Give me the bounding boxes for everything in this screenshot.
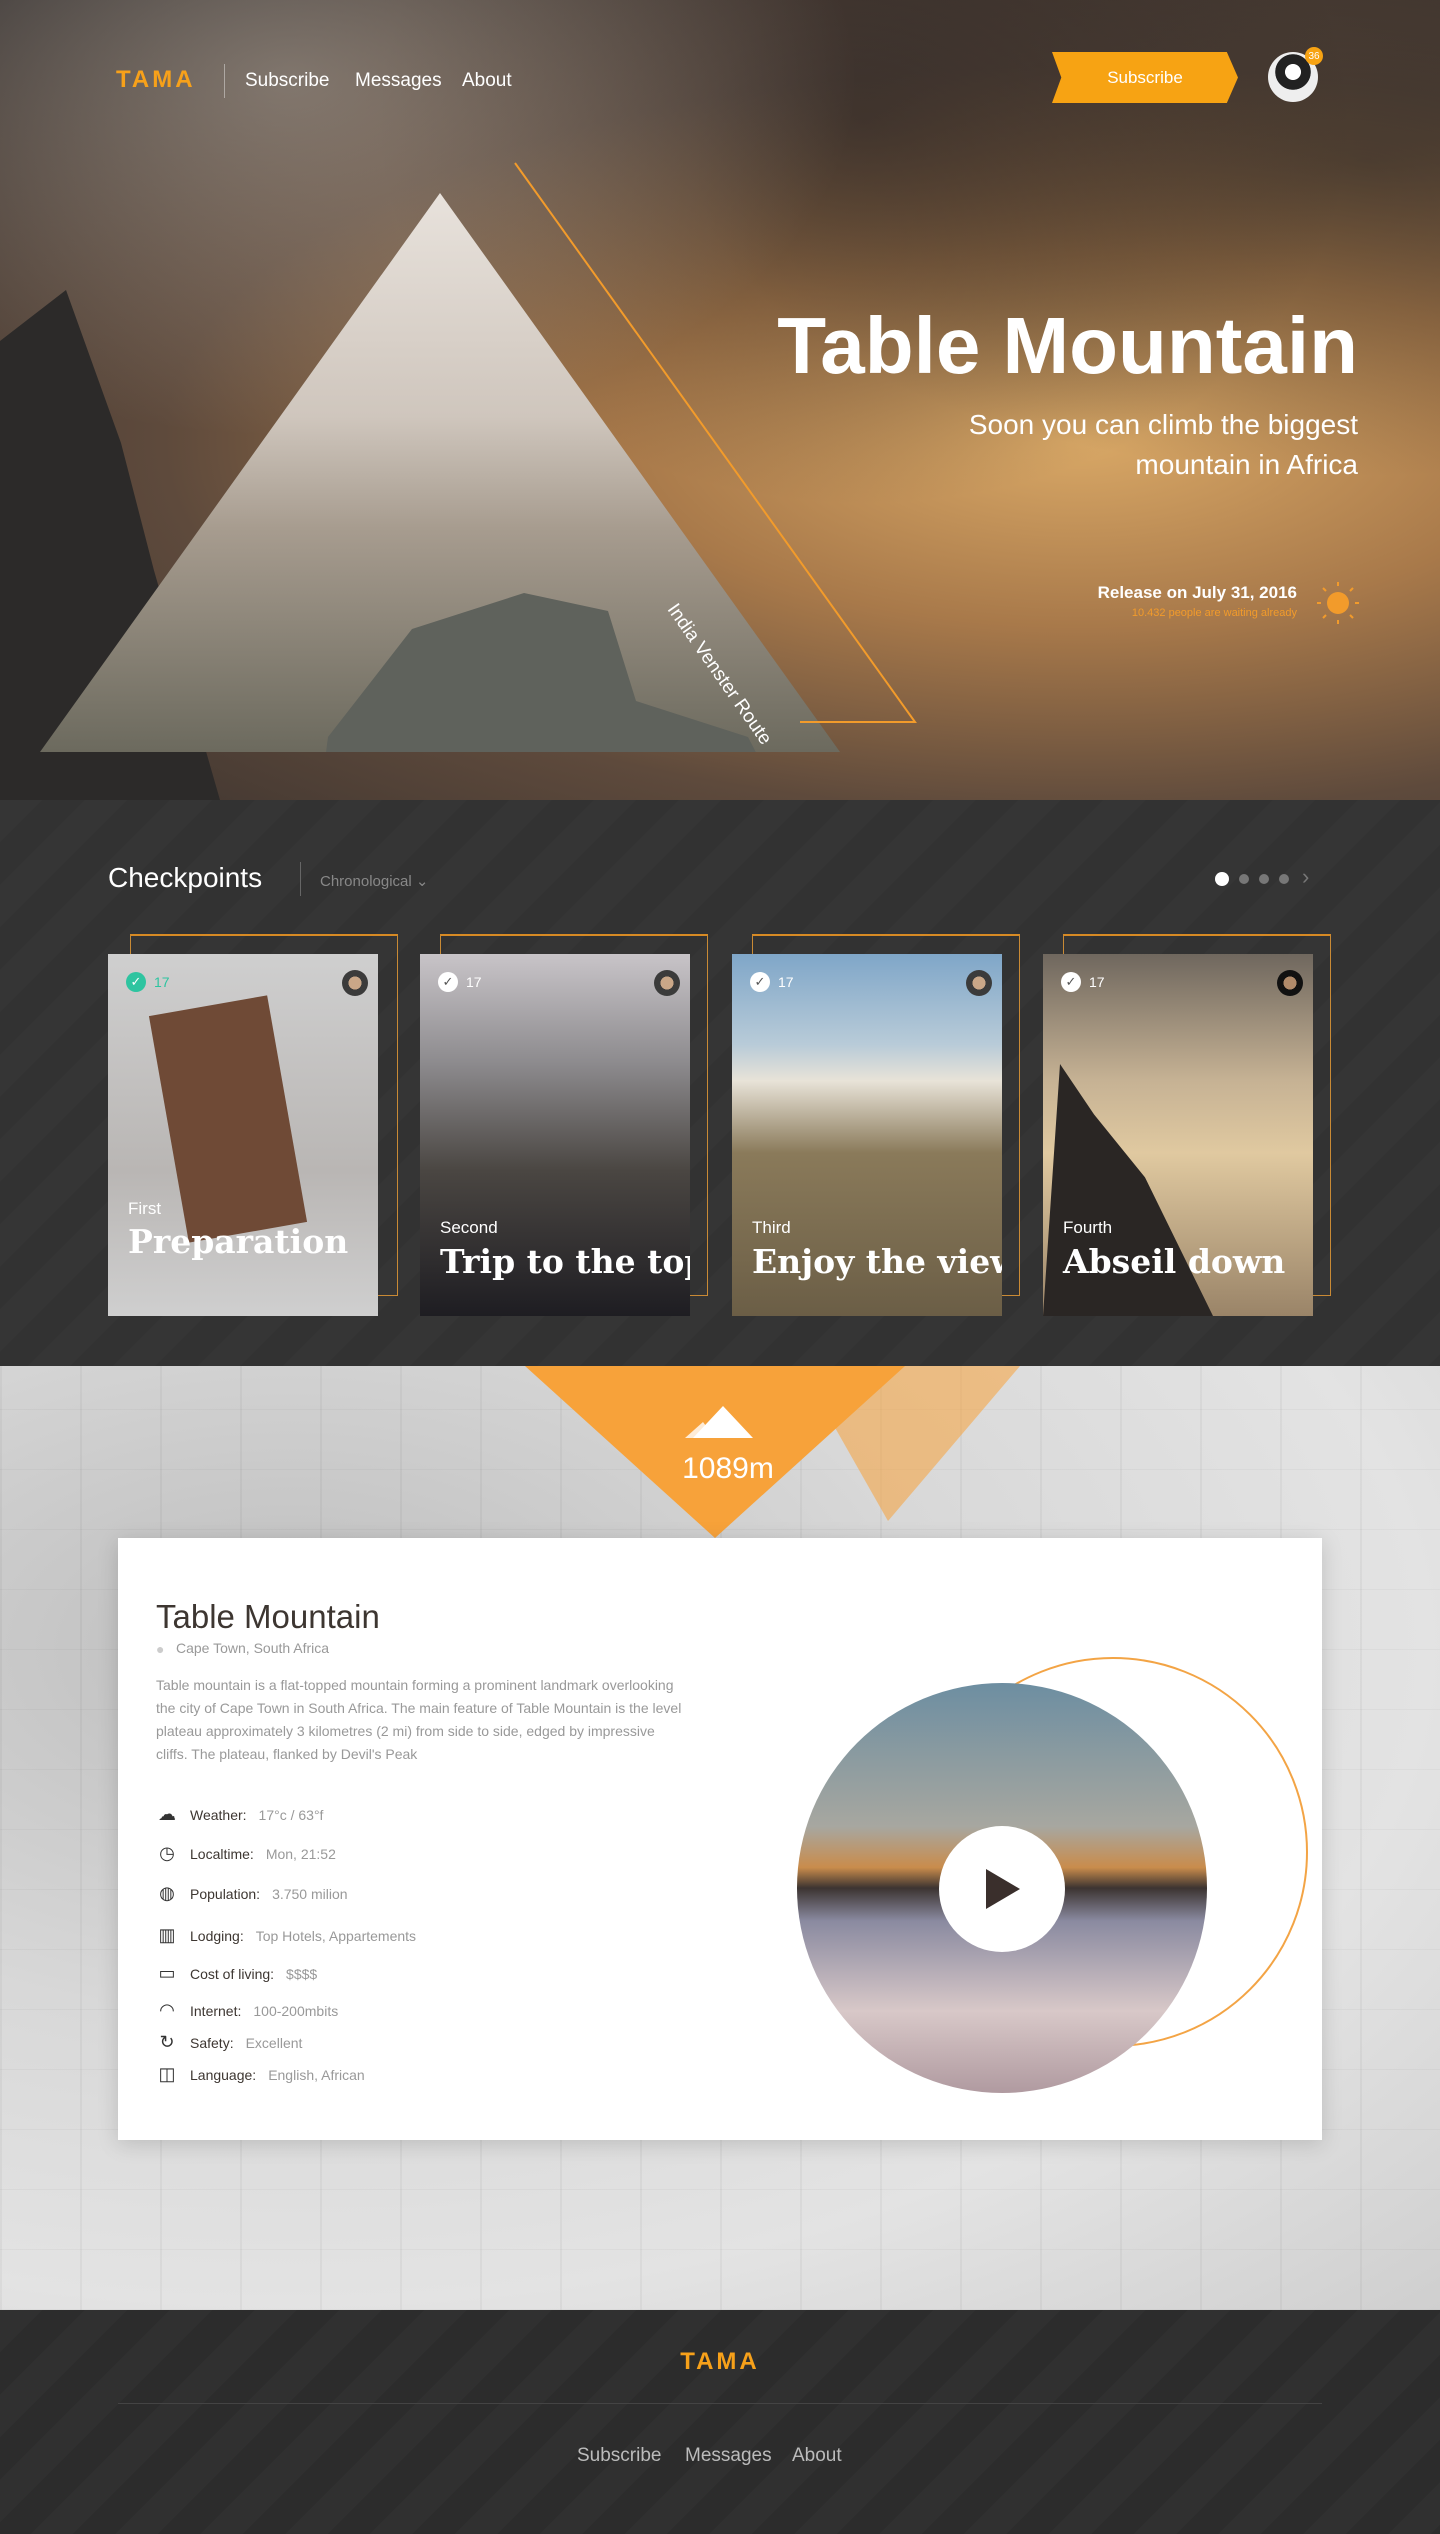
footer-messages[interactable]: Messages <box>685 2445 772 2467</box>
play-icon <box>986 1869 1020 1909</box>
fact-icon: ◠ <box>159 2000 175 2020</box>
checkpoint-title: Abseil down <box>1063 1242 1286 1281</box>
subtitle-line-1: Soon you can climb the biggest <box>968 409 1358 440</box>
mountain-icon <box>685 1406 753 1438</box>
fact-label: Language: <box>190 2066 257 2083</box>
subtitle-line-2: mountain in Africa <box>1135 449 1358 480</box>
checkpoint-card-4[interactable]: ✓ 17 Fourth Abseil down <box>1043 954 1313 1316</box>
checkpoint-order: Third <box>752 1218 791 1237</box>
fact-value: Excellent <box>245 2034 303 2051</box>
info-location: Cape Town, South Africa <box>176 1640 330 1656</box>
fact-value: Mon, 21:52 <box>265 1845 336 1862</box>
location-pin-icon: ● <box>156 1641 165 1657</box>
nav-about[interactable]: About <box>462 70 512 92</box>
release-date: Release on July 31, 2016 <box>1097 583 1297 602</box>
pager-dot[interactable] <box>1259 874 1269 884</box>
card-image <box>148 995 308 1243</box>
nav-messages[interactable]: Messages <box>355 70 442 92</box>
info-title: Table Mountain <box>156 1598 380 1635</box>
footer <box>0 2310 1440 2534</box>
checkpoint-card-3[interactable]: ✓ 17 Third Enjoy the view <box>732 954 1002 1316</box>
pager-dot[interactable] <box>1279 874 1289 884</box>
checkpoint-title: Enjoy the view <box>752 1242 1002 1281</box>
nav-subscribe[interactable]: Subscribe <box>245 70 330 92</box>
checkpoint-card-2[interactable]: ✓ 17 Second Trip to the top <box>420 954 690 1316</box>
checkpoint-count: 17 <box>778 974 794 990</box>
next-arrow-icon[interactable]: › <box>1302 864 1309 890</box>
avatar <box>654 970 680 996</box>
subscribe-button[interactable]: Subscribe <box>1052 52 1238 103</box>
avatar <box>1277 970 1303 996</box>
logo[interactable]: TAMA <box>116 66 196 94</box>
fact-icon: ☁ <box>158 1804 176 1824</box>
fact-label: Internet: <box>190 2002 242 2019</box>
fact-row: ◷ Localtime: Mon, 21:52 <box>156 1843 336 1864</box>
fact-icon: ▭ <box>158 1963 176 1983</box>
fact-value: $$$$ <box>286 1965 318 1982</box>
play-button[interactable] <box>939 1826 1065 1952</box>
checkpoint-order: Second <box>440 1218 498 1237</box>
footer-about[interactable]: About <box>792 2445 842 2467</box>
divider <box>300 862 301 896</box>
info-description: Table mountain is a flat-topped mountain… <box>156 1677 682 1762</box>
check-icon: ✓ <box>438 972 458 992</box>
check-icon: ✓ <box>750 972 770 992</box>
fact-icon: ◍ <box>159 1883 175 1903</box>
fact-icon: ◫ <box>158 2064 176 2084</box>
fact-label: Safety: <box>190 2034 234 2051</box>
hero-title: Table Mountain <box>777 301 1358 390</box>
fact-value: 3.750 milion <box>272 1885 348 1902</box>
fact-icon: ◷ <box>159 1843 175 1863</box>
avatar <box>342 970 368 996</box>
footer-subscribe[interactable]: Subscribe <box>577 2445 662 2467</box>
sort-dropdown[interactable]: Chronological ⌄ <box>320 872 428 890</box>
checkpoint-order: Fourth <box>1063 1218 1113 1237</box>
fact-value: Top Hotels, Appartements <box>255 1927 417 1944</box>
footer-divider <box>118 2403 1322 2404</box>
check-icon: ✓ <box>1061 972 1081 992</box>
fact-row: ◍ Population: 3.750 milion <box>156 1883 348 1904</box>
fact-value: English, African <box>268 2066 365 2083</box>
sun-icon <box>1317 582 1359 624</box>
fact-icon: ▥ <box>158 1925 176 1945</box>
checkpoint-title: Preparation <box>128 1222 349 1261</box>
hero-subtitle: Soon you can climb the biggest mountain i… <box>758 405 1358 485</box>
check-icon: ✓ <box>126 972 146 992</box>
fact-value: 17°c / 63°f <box>258 1806 324 1823</box>
fact-row: ◠ Internet: 100-200mbits <box>156 2000 338 2021</box>
checkpoint-card-1[interactable]: ✓ 17 First Preparation <box>108 954 378 1316</box>
fact-icon: ↻ <box>159 2032 175 2052</box>
nav-divider <box>224 64 225 98</box>
fact-row: ▥ Lodging: Top Hotels, Appartements <box>156 1925 416 1946</box>
fact-row: ☁ Weather: 17°c / 63°f <box>156 1804 323 1825</box>
waiting-count: 10.432 people are waiting already <box>1131 607 1297 619</box>
checkpoint-order: First <box>128 1199 162 1218</box>
fact-row: ↻ Safety: Excellent <box>156 2032 302 2053</box>
checkpoint-count: 17 <box>154 974 170 990</box>
fact-row: ◫ Language: English, African <box>156 2064 365 2085</box>
checkpoint-count: 17 <box>1089 974 1105 990</box>
altitude-value: 1089m <box>682 1452 774 1485</box>
fact-label: Lodging: <box>190 1927 244 1944</box>
checkpoints-title: Checkpoints <box>108 862 263 893</box>
checkpoint-count: 17 <box>466 974 482 990</box>
pager-dot[interactable] <box>1239 874 1249 884</box>
fact-label: Population: <box>190 1885 261 1902</box>
fact-value: 100-200mbits <box>253 2002 339 2019</box>
fact-label: Weather: <box>190 1806 247 1823</box>
fact-row: ▭ Cost of living: $$$$ <box>156 1963 317 1984</box>
pager-dot-active[interactable] <box>1215 872 1229 886</box>
checkpoint-title: Trip to the top <box>440 1242 690 1281</box>
fact-label: Localtime: <box>190 1845 254 1862</box>
avatar <box>966 970 992 996</box>
notification-badge: 36 <box>1305 47 1323 65</box>
fact-label: Cost of living: <box>190 1965 275 1982</box>
footer-logo[interactable]: TAMA <box>0 2348 1440 2376</box>
